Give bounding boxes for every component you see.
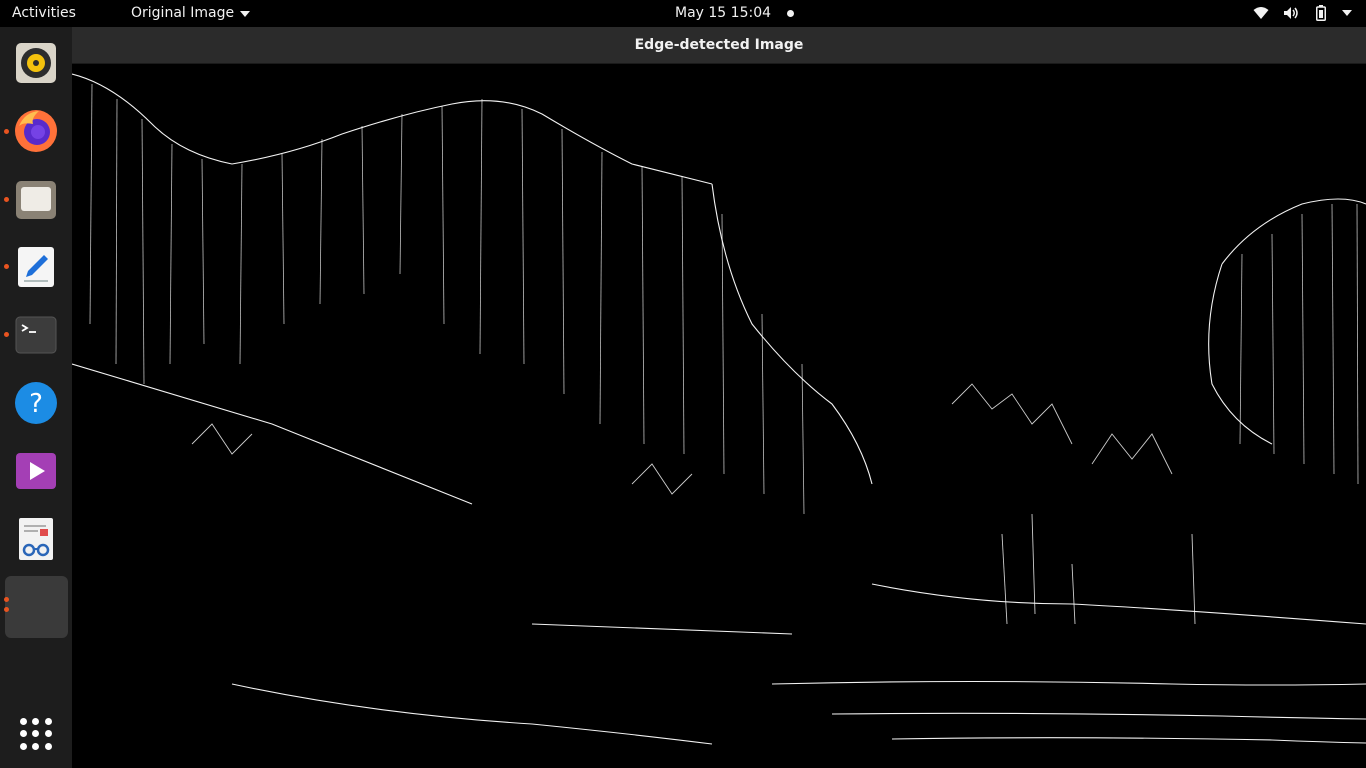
app-menu[interactable]: Original Image bbox=[131, 5, 251, 21]
firefox-icon[interactable] bbox=[12, 107, 60, 155]
edge-detected-image bbox=[72, 64, 1366, 768]
battery-icon bbox=[1312, 4, 1330, 22]
running-indicator bbox=[4, 264, 9, 269]
running-indicator bbox=[4, 332, 9, 337]
notification-dot-icon bbox=[787, 9, 795, 17]
running-indicator bbox=[4, 607, 9, 612]
clock[interactable]: May 15 15:04 bbox=[675, 5, 795, 21]
running-indicator bbox=[4, 597, 9, 602]
system-status-area[interactable] bbox=[1252, 4, 1352, 22]
rhythmbox-icon[interactable] bbox=[12, 39, 60, 87]
running-indicator bbox=[4, 129, 9, 134]
chevron-down-icon bbox=[240, 11, 251, 17]
dock: ? bbox=[0, 27, 72, 768]
window-title: Edge-detected Image bbox=[634, 37, 804, 53]
active-app-slot[interactable] bbox=[5, 576, 68, 638]
clock-label: May 15 15:04 bbox=[675, 5, 772, 21]
help-icon[interactable]: ? bbox=[12, 379, 60, 427]
document-viewer-icon[interactable] bbox=[12, 515, 60, 563]
svg-text:?: ? bbox=[29, 389, 43, 419]
activities-button[interactable]: Activities bbox=[12, 5, 76, 21]
running-indicator bbox=[4, 197, 9, 202]
top-bar: Activities Original Image May 15 15:04 bbox=[0, 0, 1366, 27]
volume-icon bbox=[1282, 4, 1300, 22]
edge-image-drawing bbox=[72, 73, 1366, 745]
chevron-down-icon bbox=[1342, 10, 1352, 16]
text-editor-icon[interactable] bbox=[12, 243, 60, 291]
show-apps-icon[interactable] bbox=[20, 718, 52, 750]
app-menu-label: Original Image bbox=[131, 5, 235, 21]
terminal-icon[interactable] bbox=[12, 311, 60, 359]
wifi-icon bbox=[1252, 4, 1270, 22]
video-player-icon[interactable] bbox=[12, 447, 60, 495]
files-icon[interactable] bbox=[12, 175, 60, 223]
window-titlebar[interactable]: Edge-detected Image bbox=[72, 27, 1366, 64]
